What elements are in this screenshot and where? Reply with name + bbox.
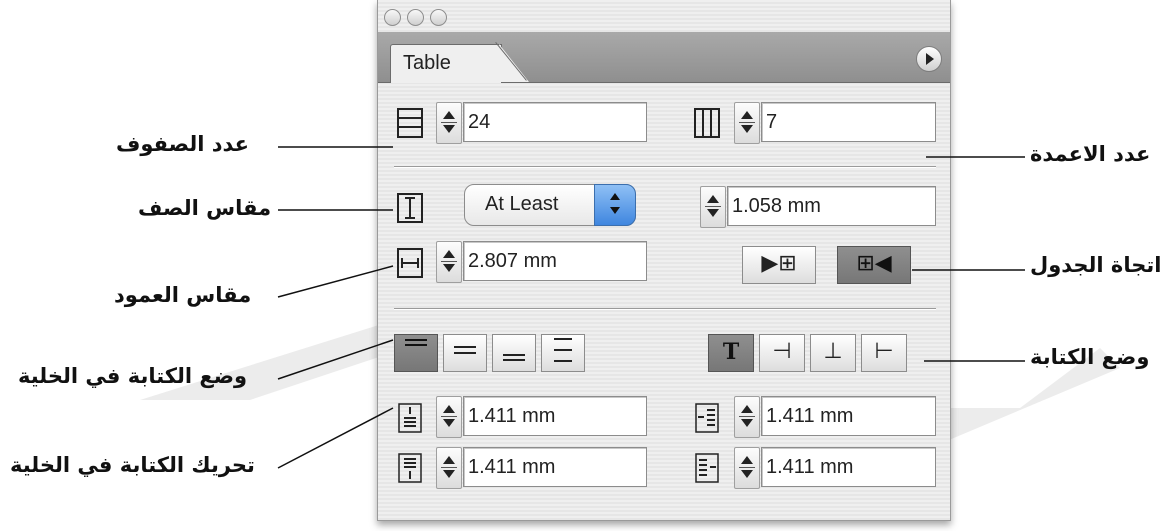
columns-count-field[interactable]: 7	[761, 102, 936, 142]
separator-2	[394, 308, 936, 310]
row-height-stepper[interactable]	[700, 186, 726, 228]
rotate-90-button[interactable]: ⊣	[759, 334, 805, 372]
label-columns-count: عدد الاعمدة	[1030, 142, 1151, 166]
label-text-mode: وضع الكتابة	[1030, 345, 1150, 369]
direction-rtl-button[interactable]: ⊞◀	[837, 246, 911, 284]
rows-count-field[interactable]: 24	[463, 102, 647, 142]
minimize-button[interactable]	[407, 9, 424, 26]
table-panel: Table 24 7 At Least 1.058 mm 2.807 mm ▶⊞…	[377, 0, 951, 521]
align-top-icon	[405, 339, 427, 346]
column-width-stepper[interactable]	[436, 241, 462, 283]
label-cell-text-move: تحريك الكتابة في الخلية	[10, 453, 255, 477]
rotate-0-button[interactable]: T	[708, 334, 754, 372]
rotate-270-button[interactable]: ⊢	[861, 334, 907, 372]
close-button[interactable]	[384, 9, 401, 26]
rows-stepper[interactable]	[436, 102, 462, 144]
inset-left-icon	[693, 402, 721, 436]
align-justify-button[interactable]	[541, 334, 585, 372]
align-top-button[interactable]	[394, 334, 438, 372]
inset-right-field[interactable]: 1.411 mm	[761, 447, 936, 487]
align-center-icon	[454, 346, 476, 354]
inset-right-icon	[693, 452, 721, 486]
label-rows-count: عدد الصفوف	[116, 132, 250, 156]
row-height-mode-select[interactable]: At Least	[464, 184, 636, 226]
row-height-mode-label: At Least	[485, 193, 559, 215]
rows-icon	[396, 106, 424, 140]
direction-ltr-button[interactable]: ▶⊞	[742, 246, 816, 284]
align-center-button[interactable]	[443, 334, 487, 372]
columns-icon	[693, 106, 721, 140]
label-column-width: مقاس العمود	[114, 283, 252, 307]
inset-left-field[interactable]: 1.411 mm	[761, 396, 936, 436]
tab-table-label: Table	[403, 52, 451, 74]
inset-right-stepper[interactable]	[734, 447, 760, 489]
inset-top-field[interactable]: 1.411 mm	[463, 396, 647, 436]
label-row-height: مقاس الصف	[138, 196, 272, 220]
inset-bottom-stepper[interactable]	[436, 447, 462, 489]
select-arrows-icon	[594, 184, 636, 226]
inset-top-stepper[interactable]	[436, 396, 462, 438]
rotate-180-button[interactable]: ⊥	[810, 334, 856, 372]
align-bottom-icon	[503, 354, 525, 361]
label-table-direction: اتجاة الجدول	[1030, 253, 1162, 277]
column-width-icon	[396, 246, 424, 280]
row-height-icon	[396, 191, 424, 225]
columns-stepper[interactable]	[734, 102, 760, 144]
inset-top-icon	[396, 402, 424, 436]
row-height-field[interactable]: 1.058 mm	[727, 186, 936, 226]
inset-bottom-icon	[396, 452, 424, 486]
zoom-button[interactable]	[430, 9, 447, 26]
column-width-field[interactable]: 2.807 mm	[463, 241, 647, 281]
inset-left-stepper[interactable]	[734, 396, 760, 438]
inset-bottom-field[interactable]: 1.411 mm	[463, 447, 647, 487]
panel-menu-button[interactable]	[916, 46, 942, 72]
separator-1	[394, 166, 936, 168]
align-justify-icon	[554, 338, 572, 362]
label-cell-text-mode: وضع الكتابة في الخلية	[18, 364, 248, 388]
align-bottom-button[interactable]	[492, 334, 536, 372]
title-bar[interactable]	[378, 0, 950, 32]
